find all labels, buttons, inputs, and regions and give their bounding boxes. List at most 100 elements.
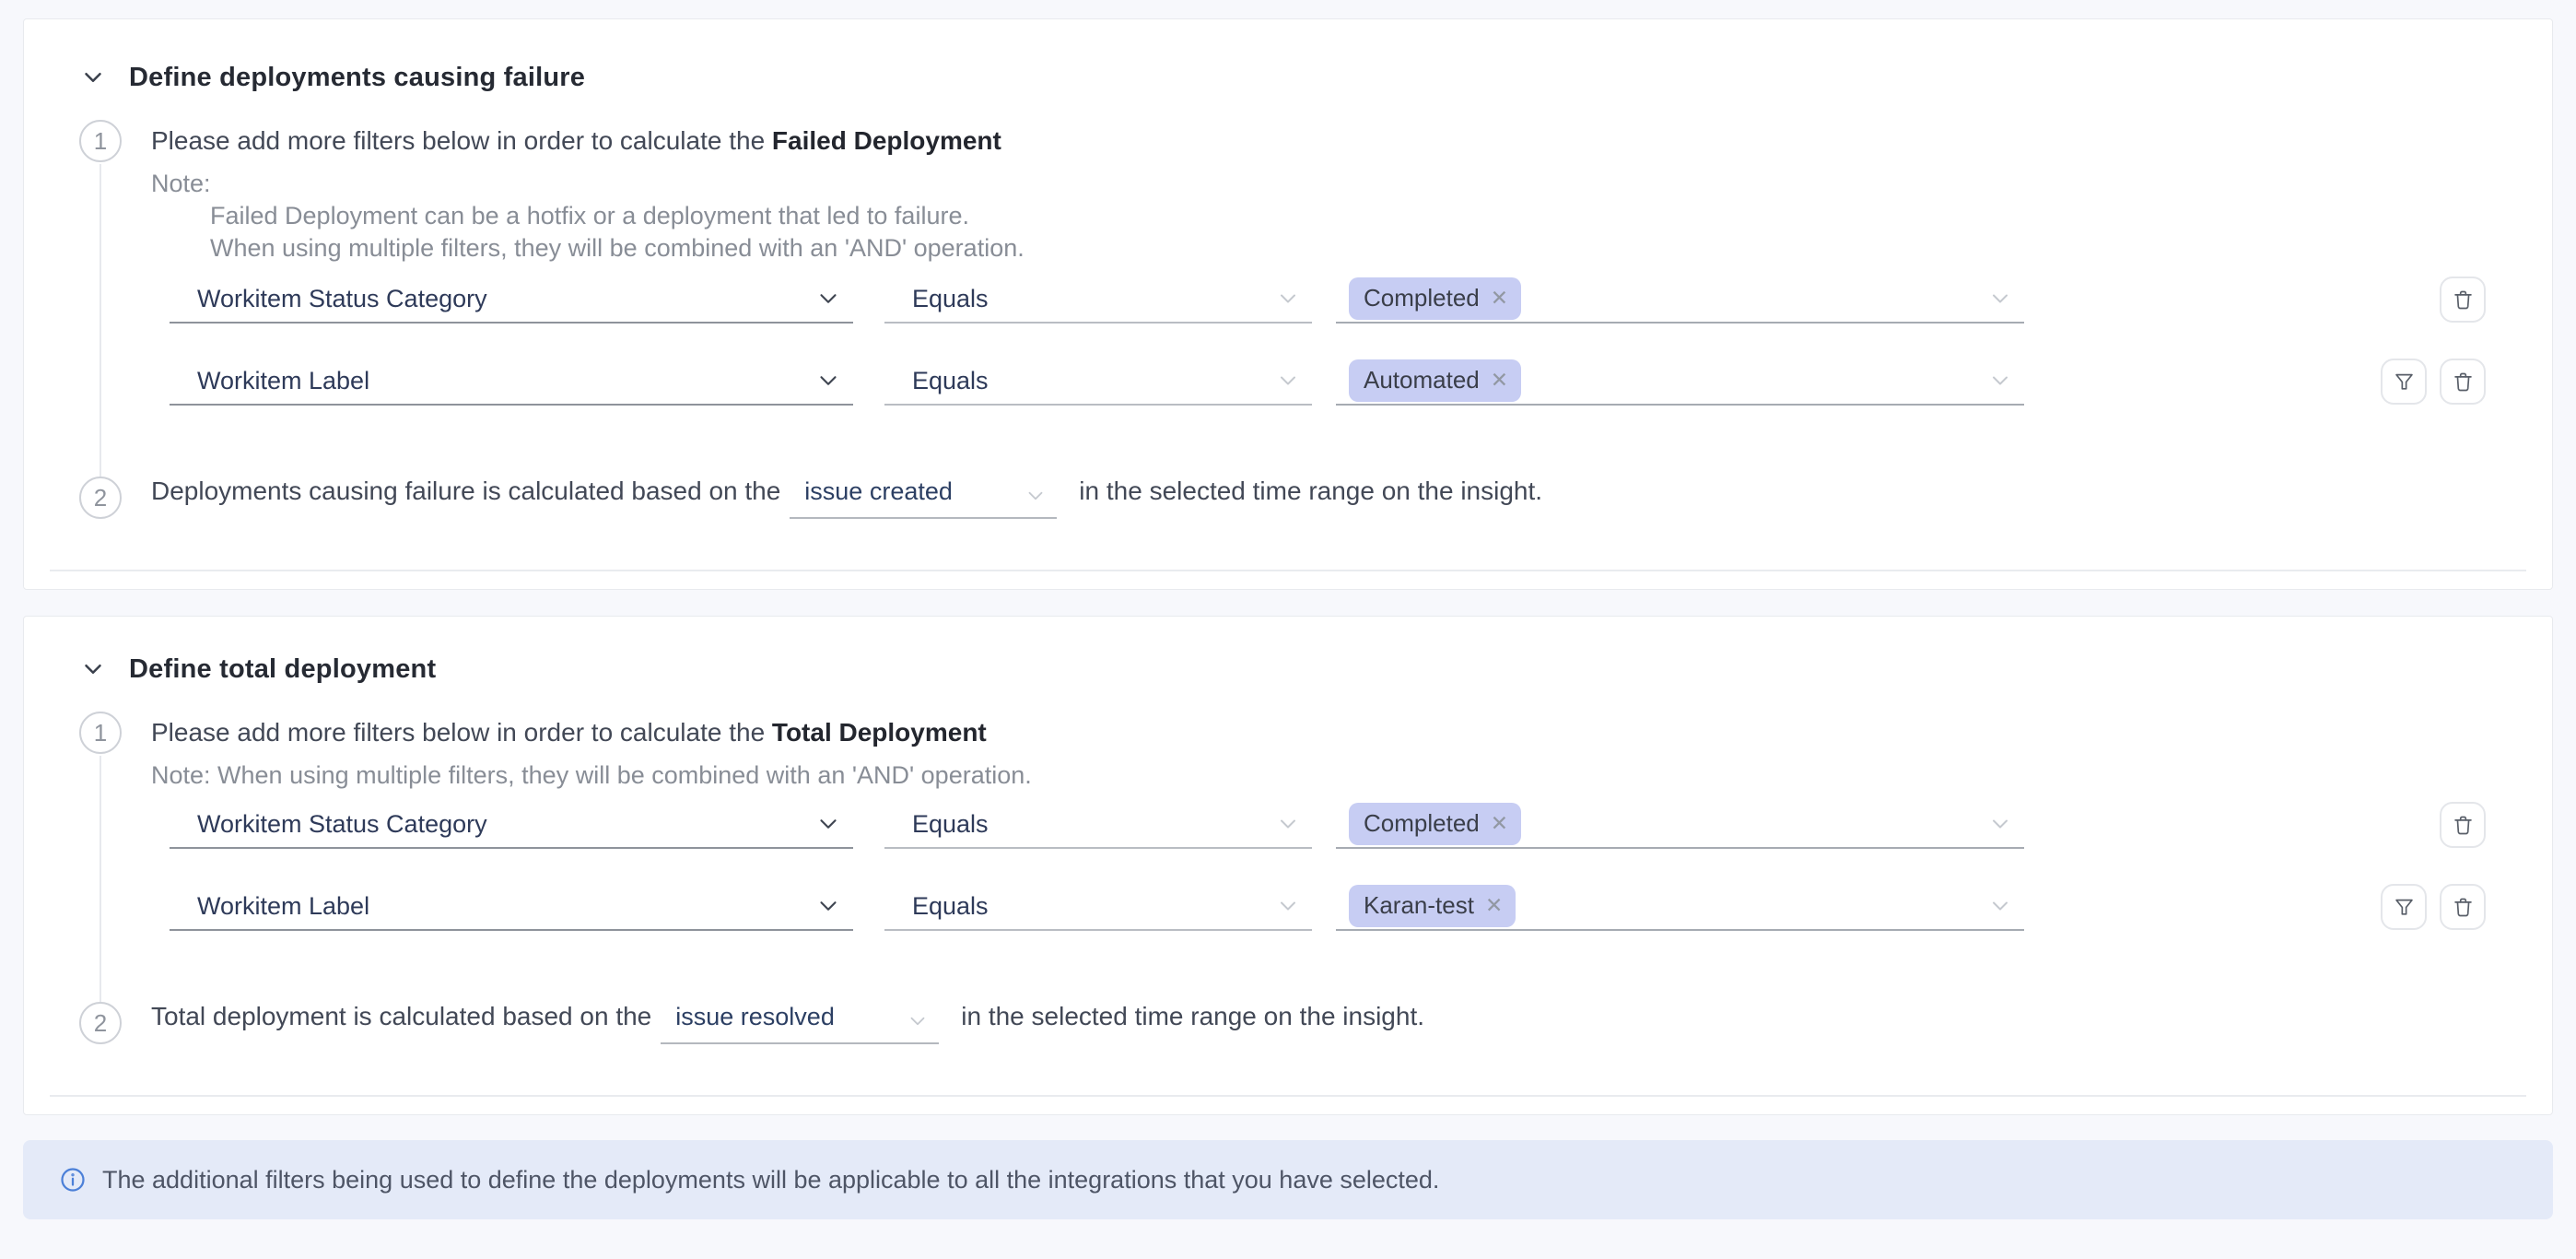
event-type-select-value: issue resolved [675,1003,835,1031]
value-tag-label: Automated [1364,366,1480,394]
step-1-instruction: Please add more filters below in order t… [151,712,2486,754]
section-define-total-deployment: Define total deployment 1 Please add mor… [23,616,2553,1115]
sentence-suffix: in the selected time range on the insigh… [1079,477,1542,506]
operator-select-value: Equals [912,285,989,313]
filter-row: Workitem Status Category Equals Complete… [170,276,2486,324]
section-header[interactable]: Define deployments causing failure [79,62,2486,93]
value-tag: Completed ✕ [1349,277,1521,320]
chevron-down-icon[interactable] [79,64,107,91]
field-select-value: Workitem Status Category [197,285,487,313]
calculation-basis-sentence: Deployments causing failure is calculate… [151,477,2486,519]
operator-select[interactable]: Equals [884,276,1312,324]
calculation-basis-sentence: Total deployment is calculated based on … [151,1002,2486,1044]
delete-filter-button[interactable] [2440,884,2486,930]
tag-remove-icon[interactable]: ✕ [1491,813,1508,834]
event-type-select-value: issue created [804,477,953,506]
value-tag: Completed ✕ [1349,803,1521,845]
field-select[interactable]: Workitem Label [170,358,853,406]
step-number-badge: 1 [79,120,122,162]
instruction-text: Please add more filters below in order t… [151,126,772,155]
note-line: Note: When using multiple filters, they … [151,759,2486,792]
event-type-select[interactable]: issue created [790,477,1057,519]
value-tag: Automated ✕ [1349,359,1521,402]
delete-filter-button[interactable] [2440,277,2486,323]
chevron-down-icon[interactable] [79,655,107,683]
tag-remove-icon[interactable]: ✕ [1491,370,1508,391]
chevron-down-icon [1987,811,2013,837]
note-line: When using multiple filters, they will b… [210,232,2486,265]
add-nested-filter-button[interactable] [2381,359,2427,405]
chevron-down-icon [1987,286,2013,312]
operator-select[interactable]: Equals [884,801,1312,849]
step-number-badge: 1 [79,712,122,754]
instruction-metric-name: Total Deployment [772,718,987,747]
operator-select[interactable]: Equals [884,883,1312,931]
filter-row: Workitem Status Category Equals Complete… [170,801,2486,849]
trash-icon [2451,813,2476,838]
funnel-icon [2392,370,2417,394]
chevron-down-icon [1024,484,1048,508]
chevron-down-icon [814,285,842,312]
instruction-metric-name: Failed Deployment [772,126,1001,155]
step-1: 1 Please add more filters below in order… [79,712,2486,931]
trash-icon [2451,288,2476,312]
step-number-badge: 2 [79,1002,122,1044]
field-select-value: Workitem Label [197,367,369,395]
field-select-value: Workitem Label [197,892,369,921]
field-select[interactable]: Workitem Status Category [170,276,853,324]
info-banner-text: The additional filters being used to def… [102,1166,1439,1194]
field-select-value: Workitem Status Category [197,810,487,839]
sentence-suffix: in the selected time range on the insigh… [961,1002,1424,1031]
chevron-down-icon [814,810,842,838]
field-select[interactable]: Workitem Label [170,883,853,931]
value-tag-label: Karan-test [1364,891,1474,920]
info-icon [59,1166,87,1194]
sentence-prefix: Deployments causing failure is calculate… [151,477,780,506]
section-title: Define deployments causing failure [129,63,585,93]
tag-remove-icon[interactable]: ✕ [1485,895,1503,916]
funnel-icon [2392,895,2417,920]
step-1-instruction: Please add more filters below in order t… [151,120,2486,162]
chevron-down-icon [1275,368,1301,394]
instruction-text: Please add more filters below in order t… [151,718,772,747]
delete-filter-button[interactable] [2440,359,2486,405]
operator-select-value: Equals [912,367,989,395]
note-line: Failed Deployment can be a hotfix or a d… [210,200,2486,232]
chevron-down-icon [1987,893,2013,919]
section-define-deployments-causing-failure: Define deployments causing failure 1 Ple… [23,18,2553,590]
operator-select-value: Equals [912,810,989,839]
value-tag-label: Completed [1364,284,1480,312]
value-select[interactable]: Completed ✕ [1336,276,2024,324]
chevron-down-icon [1987,368,2013,394]
sentence-prefix: Total deployment is calculated based on … [151,1002,651,1031]
step-1: 1 Please add more filters below in order… [79,120,2486,406]
step-number-badge: 2 [79,477,122,519]
chevron-down-icon [1275,811,1301,837]
chevron-down-icon [814,892,842,920]
add-nested-filter-button[interactable] [2381,884,2427,930]
info-banner: The additional filters being used to def… [23,1140,2553,1219]
trash-icon [2451,370,2476,394]
note-label: Note: [151,168,2486,200]
chevron-down-icon [1275,893,1301,919]
value-select[interactable]: Karan-test ✕ [1336,883,2024,931]
trash-icon [2451,895,2476,920]
step-2: 2 Deployments causing failure is calcula… [79,477,2486,519]
section-title: Define total deployment [129,654,436,685]
chevron-down-icon [906,1009,930,1033]
value-select[interactable]: Completed ✕ [1336,801,2024,849]
filter-row: Workitem Label Equals Karan-test ✕ [170,883,2486,931]
value-tag-label: Completed [1364,809,1480,838]
field-select[interactable]: Workitem Status Category [170,801,853,849]
tag-remove-icon[interactable]: ✕ [1491,288,1508,309]
chevron-down-icon [814,367,842,394]
section-header[interactable]: Define total deployment [79,653,2486,685]
value-select[interactable]: Automated ✕ [1336,358,2024,406]
delete-filter-button[interactable] [2440,802,2486,848]
filter-row: Workitem Label Equals Automated ✕ [170,358,2486,406]
operator-select[interactable]: Equals [884,358,1312,406]
event-type-select[interactable]: issue resolved [661,1003,939,1044]
operator-select-value: Equals [912,892,989,921]
step-2: 2 Total deployment is calculated based o… [79,1002,2486,1044]
value-tag: Karan-test ✕ [1349,885,1516,927]
